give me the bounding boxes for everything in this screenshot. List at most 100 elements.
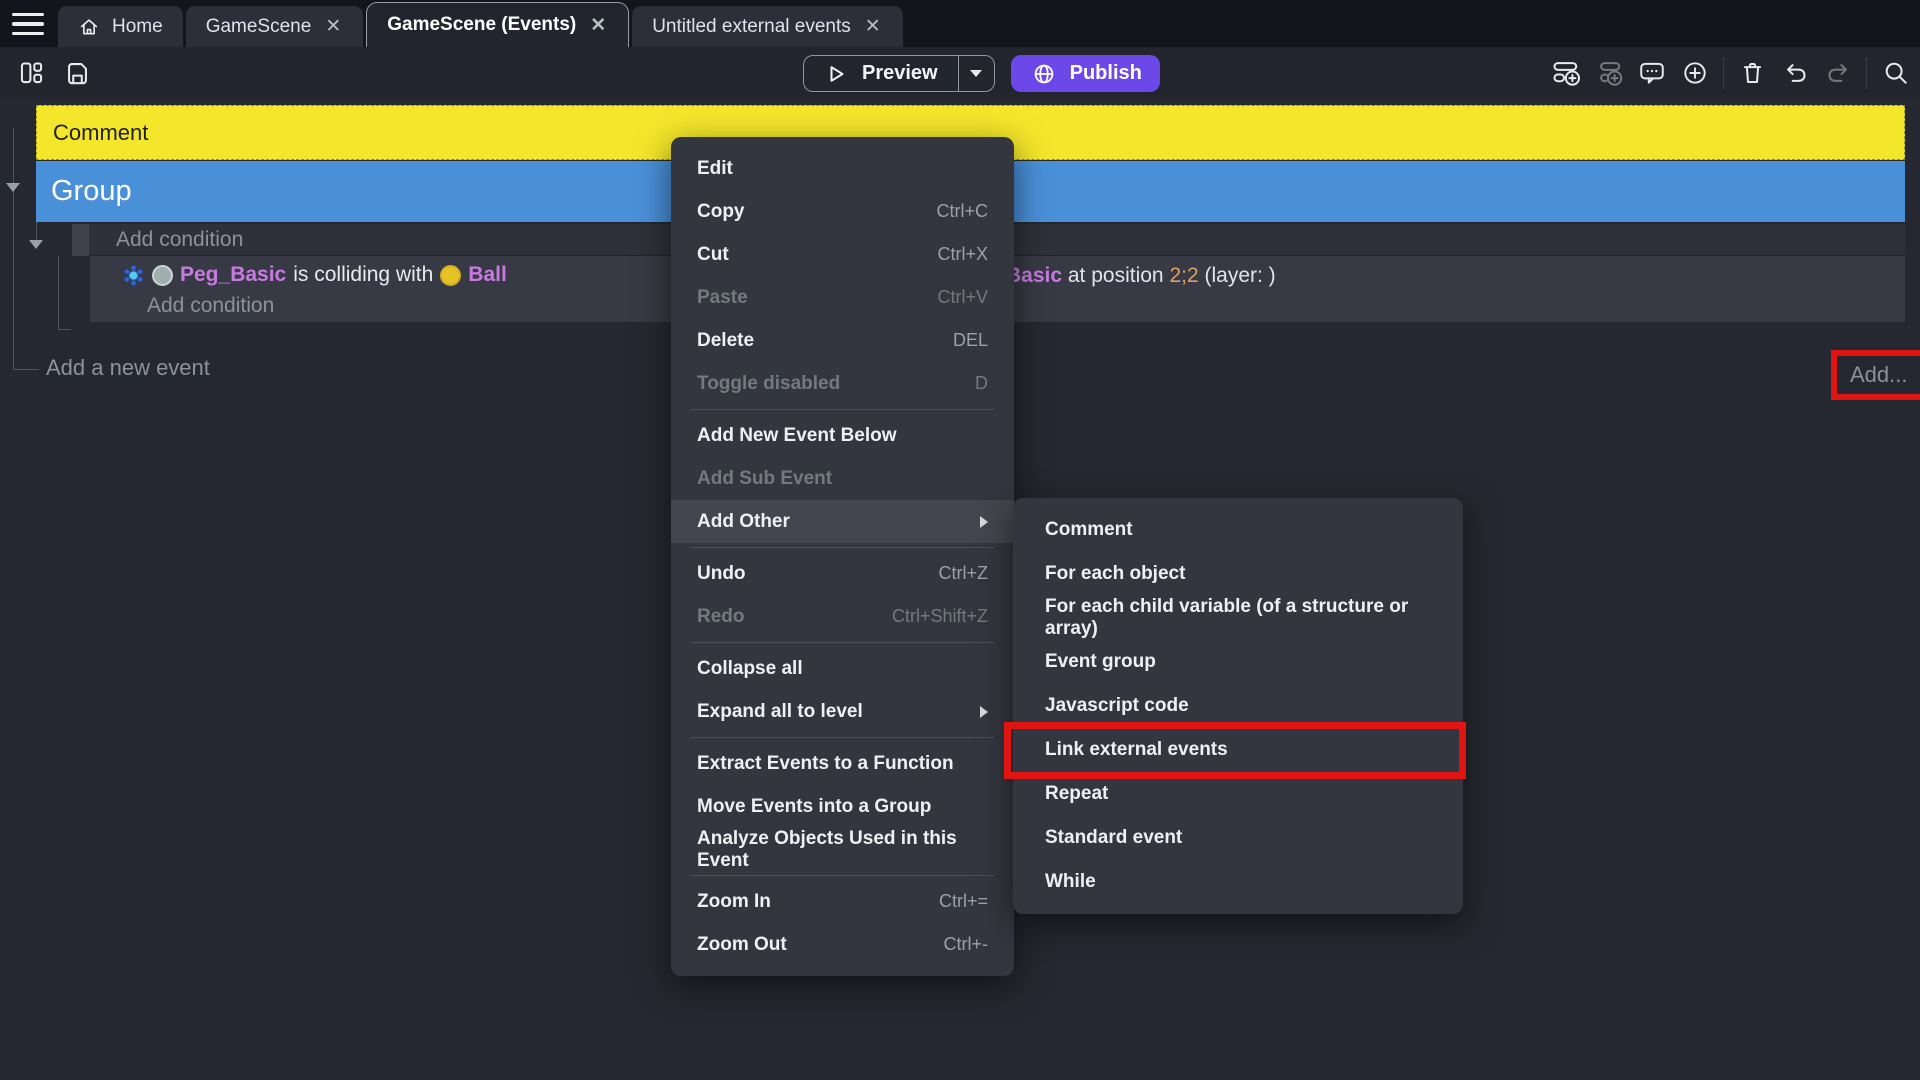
menu-item-shortcut: Ctrl+X	[937, 244, 988, 265]
menu-item-redo: RedoCtrl+Shift+Z	[671, 595, 1014, 638]
add-other-submenu: Comment For each object For each child var…	[1013, 498, 1463, 914]
menu-item-zoom-in[interactable]: Zoom In Ctrl+=	[671, 880, 1014, 923]
collapse-arrow-icon[interactable]	[29, 240, 43, 249]
undo-icon[interactable]	[1780, 58, 1810, 88]
menu-item-for-each-child-variable-of-a-structure-or-array-[interactable]: For each child variable (of a structure …	[1013, 596, 1463, 640]
redo-icon	[1823, 58, 1853, 88]
menu-divider	[691, 737, 994, 738]
toolbar-divider	[1866, 57, 1867, 89]
tab-gamescene[interactable]: GameScene✕	[186, 6, 364, 47]
menu-item-label: Standard event	[1045, 827, 1182, 849]
menu-item-label: Event group	[1045, 651, 1156, 673]
close-icon[interactable]: ✕	[863, 15, 883, 38]
tabs: HomeGameScene✕GameScene (Events)✕Untitle…	[58, 0, 906, 47]
add-button-red-annotation: Add...	[1831, 350, 1920, 400]
menu-item-javascript-code[interactable]: Javascript code	[1013, 684, 1463, 728]
add-condition-link[interactable]: Add condition	[147, 292, 274, 320]
menu-item-toggle-disabled: Toggle disabledD	[671, 362, 1014, 405]
menu-item-label: Redo	[697, 606, 745, 628]
menu-item-label: Zoom In	[697, 891, 771, 913]
tab-untitled-external-events[interactable]: Untitled external events ✕	[632, 6, 902, 47]
add-subevent-icon	[1594, 58, 1624, 88]
action-line[interactable]: Basic at position 2;2 (layer: )	[1006, 261, 1276, 291]
menu-divider	[691, 875, 994, 876]
condition-object-a: Peg_Basic	[180, 263, 286, 287]
menu-item-label: Javascript code	[1045, 695, 1189, 717]
menu-item-shortcut: Ctrl+V	[937, 287, 988, 308]
toolbar-right-icons	[1551, 47, 1910, 98]
menu-item-expand-all-to-level[interactable]: Expand all to level	[671, 690, 1014, 733]
toolbar: Preview Publish	[0, 47, 1920, 98]
menu-item-while[interactable]: While	[1013, 860, 1463, 904]
submenu-arrow-icon	[980, 516, 988, 528]
menu-item-label: Toggle disabled	[697, 373, 840, 395]
add-button[interactable]: Add...	[1837, 362, 1907, 388]
globe-icon	[1029, 59, 1059, 89]
menu-item-extract-events-to-a-function[interactable]: Extract Events to a Function	[671, 742, 1014, 785]
chevron-down-icon	[970, 70, 982, 77]
tab-label: Untitled external events	[652, 16, 851, 38]
menu-item-cut[interactable]: CutCtrl+X	[671, 233, 1014, 276]
tab-gamescene-events-[interactable]: GameScene (Events)✕	[366, 2, 629, 47]
menu-item-label: Undo	[697, 563, 746, 585]
main-menu-hamburger-icon[interactable]	[12, 13, 44, 35]
menu-item-zoom-out[interactable]: Zoom OutCtrl+-	[671, 923, 1014, 966]
menu-item-event-group[interactable]: Event group	[1013, 640, 1463, 684]
menu-item-label: Edit	[697, 158, 733, 180]
menu-item-shortcut: Ctrl+=	[939, 891, 988, 912]
preview-label: Preview	[862, 62, 938, 85]
condition-line[interactable]: Peg_Basic is colliding with Ball	[122, 260, 507, 290]
menu-item-for-each-object[interactable]: For each object	[1013, 552, 1463, 596]
menu-item-label: Repeat	[1045, 783, 1108, 805]
menu-item-label: While	[1045, 871, 1096, 893]
tree-rail	[58, 256, 71, 330]
layout-panels-icon[interactable]	[16, 58, 46, 88]
add-event-icon[interactable]	[1551, 58, 1581, 88]
menu-divider	[691, 409, 994, 410]
menu-item-collapse-all[interactable]: Collapse all	[671, 647, 1014, 690]
menu-item-paste: PasteCtrl+V	[671, 276, 1014, 319]
add-comment-icon[interactable]	[1637, 58, 1667, 88]
menu-item-delete[interactable]: DeleteDEL	[671, 319, 1014, 362]
menu-item-label: For each object	[1045, 563, 1185, 585]
menu-item-copy[interactable]: CopyCtrl+C	[671, 190, 1014, 233]
submenu-arrow-icon	[980, 706, 988, 718]
search-icon[interactable]	[1880, 58, 1910, 88]
menu-item-undo[interactable]: UndoCtrl+Z	[671, 552, 1014, 595]
add-circle-icon[interactable]	[1680, 58, 1710, 88]
menu-item-analyze-objects-used-in-this-event[interactable]: Analyze Objects Used in this Event	[671, 828, 1014, 871]
play-icon	[820, 59, 850, 89]
menu-item-move-events-into-a-group[interactable]: Move Events into a Group	[671, 785, 1014, 828]
home-icon	[78, 16, 100, 38]
add-new-event-link[interactable]: Add a new event	[46, 355, 210, 381]
action-coordinates: 2;2	[1169, 264, 1198, 288]
menu-item-add-other[interactable]: Add Other	[671, 500, 1014, 543]
toolbar-divider	[1723, 57, 1724, 89]
menu-item-label: Analyze Objects Used in this Event	[697, 828, 988, 872]
physics-behavior-icon	[122, 264, 145, 287]
close-icon[interactable]: ✕	[323, 15, 343, 38]
ball-object-thumbnail	[440, 265, 461, 286]
menu-item-label: Expand all to level	[697, 701, 863, 723]
tab-label: Home	[112, 16, 163, 38]
preview-dropdown-button[interactable]	[958, 56, 994, 91]
condition-object-b: Ball	[468, 263, 507, 287]
menu-item-shortcut: DEL	[953, 330, 988, 351]
close-icon[interactable]: ✕	[588, 14, 608, 37]
menu-item-edit[interactable]: Edit	[671, 147, 1014, 190]
menu-item-add-new-event-below[interactable]: Add New Event Below	[671, 414, 1014, 457]
peg-object-thumbnail	[152, 265, 173, 286]
gdevelop-editor-window: HomeGameScene✕GameScene (Events)✕Untitle…	[0, 0, 1920, 1080]
menu-item-add-sub-event: Add Sub Event	[671, 457, 1014, 500]
menu-item-link-external-events[interactable]: Link external events	[1013, 728, 1463, 772]
save-icon[interactable]	[62, 58, 92, 88]
preview-button[interactable]: Preview	[804, 56, 958, 91]
menu-item-repeat[interactable]: Repeat	[1013, 772, 1463, 816]
trash-icon[interactable]	[1737, 58, 1767, 88]
tab-bar: HomeGameScene✕GameScene (Events)✕Untitle…	[0, 0, 1920, 47]
menu-item-comment[interactable]: Comment	[1013, 508, 1463, 552]
tab-home[interactable]: Home	[58, 6, 183, 47]
publish-button[interactable]: Publish	[1011, 55, 1160, 92]
menu-item-standard-event[interactable]: Standard event	[1013, 816, 1463, 860]
collapse-arrow-icon[interactable]	[6, 183, 20, 192]
